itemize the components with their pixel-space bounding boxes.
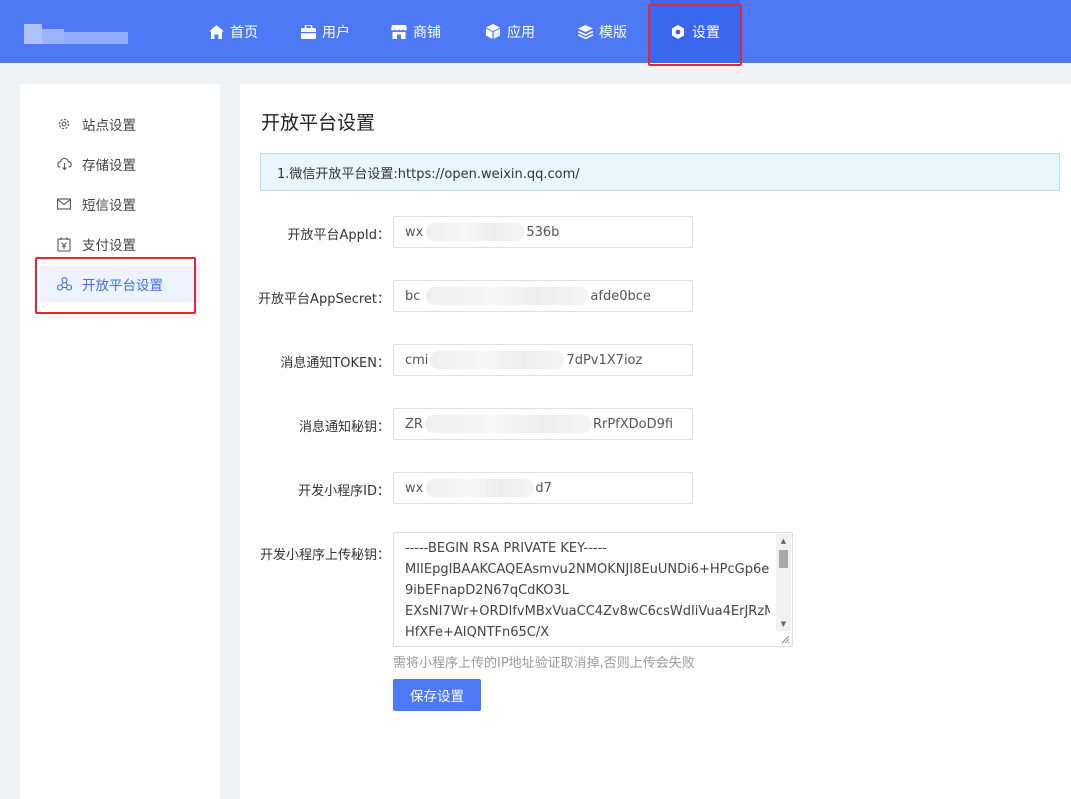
sidebar: 站点设置 存储设置 短信设置 支付设置 开放平台设置 [20, 84, 220, 799]
nav-item-settings[interactable]: 设置 [650, 0, 740, 63]
miniapp-id-label: 开发小程序ID： [298, 484, 390, 499]
appsecret-input[interactable]: bc afde0bce [393, 280, 693, 312]
textarea-line: MIIEpgIBAAKCAQEAsmvu2NMOKNJI8EuUNDi6+HPc… [405, 562, 770, 577]
share-nodes-icon [56, 276, 72, 292]
redaction-blur [424, 415, 591, 433]
appid-input[interactable]: wx 536b [393, 216, 693, 248]
nav-item-apps[interactable]: 应用 [485, 0, 535, 63]
token-suffix: 7dPv1X7ioz [566, 352, 643, 368]
nav-item-home[interactable]: 首页 [208, 0, 258, 63]
token-label: 消息通知TOKEN： [280, 356, 390, 371]
redaction-blur [430, 351, 565, 369]
layers-icon [577, 24, 593, 40]
sidebar-item-sms[interactable]: 短信设置 [40, 186, 200, 222]
gear-icon [56, 116, 72, 132]
cube-icon [485, 24, 501, 40]
store-icon [391, 24, 407, 40]
sidebar-item-label: 支付设置 [82, 238, 136, 254]
appsecret-label: 开放平台AppSecret： [258, 292, 390, 307]
redaction-blur [426, 223, 525, 241]
info-notice-text: 1.微信开放平台设置:https://open.weixin.qq.com/ [277, 166, 580, 182]
info-notice: 1.微信开放平台设置:https://open.weixin.qq.com/ [260, 153, 1060, 191]
sidebar-item-open-platform[interactable]: 开放平台设置 [40, 266, 200, 302]
payment-icon [56, 236, 72, 252]
sidebar-item-label: 站点设置 [82, 118, 136, 134]
appid-suffix: 536b [526, 224, 560, 240]
resize-grip-icon[interactable] [780, 634, 790, 644]
nav-item-label: 首页 [230, 24, 258, 41]
redaction-blur [426, 479, 535, 497]
sidebar-item-storage[interactable]: 存储设置 [40, 146, 200, 182]
cloud-download-icon [56, 156, 72, 172]
sidebar-item-label: 短信设置 [82, 198, 136, 214]
scroll-down-arrow-icon[interactable]: ▼ [776, 617, 791, 631]
miniapp-id-input[interactable]: wx d7 [393, 472, 693, 504]
nav-item-users[interactable]: 用户 [300, 0, 350, 63]
top-navbar: 首页 用户 商铺 应用 模版 设置 [0, 0, 1071, 63]
home-icon [208, 24, 224, 40]
aeskey-suffix: RrPfXDoD9fi [592, 416, 674, 432]
aeskey-prefix: ZR [405, 416, 423, 432]
textarea-line: HfXFe+AIQNTFn65C/X [405, 625, 550, 640]
nav-item-label: 商铺 [413, 24, 441, 41]
appsecret-prefix: bc [405, 288, 421, 304]
redaction-blur [426, 287, 589, 305]
main-panel: 开放平台设置 1.微信开放平台设置:https://open.weixin.qq… [240, 84, 1071, 799]
upload-key-label: 开发小程序上传秘钥： [259, 548, 390, 563]
sidebar-item-payment[interactable]: 支付设置 [40, 226, 200, 262]
textarea-line: -----BEGIN RSA PRIVATE KEY----- [405, 541, 607, 556]
mail-icon [56, 196, 72, 212]
hint-text: 需将小程序上传的IP地址验证取消掉,否则上传会失败 [393, 656, 695, 671]
sidebar-item-site[interactable]: 站点设置 [40, 106, 200, 142]
nav-item-shops[interactable]: 商铺 [391, 0, 441, 63]
aeskey-input[interactable]: ZR RrPfXDoD9fi [393, 408, 693, 440]
miniapp-id-suffix: d7 [535, 480, 552, 496]
sidebar-item-label: 开放平台设置 [82, 278, 163, 294]
nav-item-label: 模版 [599, 24, 627, 41]
briefcase-icon [300, 24, 316, 40]
save-button[interactable]: 保存设置 [393, 679, 481, 711]
sidebar-item-label: 存储设置 [82, 158, 136, 174]
nav-item-templates[interactable]: 模版 [577, 0, 627, 63]
appsecret-suffix: afde0bce [590, 288, 651, 304]
logo [24, 24, 128, 44]
nav-item-label: 设置 [692, 24, 720, 41]
textarea-line: EXsNI7Wr+ORDIfvMBxVuaCC4Zv8wC6csWdIiVua4… [405, 604, 770, 619]
miniapp-id-prefix: wx [405, 480, 424, 496]
appid-prefix: wx [405, 224, 424, 240]
aeskey-label: 消息通知秘钥： [298, 420, 390, 435]
scroll-thumb[interactable] [779, 550, 788, 568]
token-prefix: cmi [405, 352, 429, 368]
scroll-up-arrow-icon[interactable]: ▲ [776, 534, 791, 548]
nav-item-label: 用户 [322, 24, 350, 41]
page-title: 开放平台设置 [261, 112, 376, 134]
textarea-line: 9ibEFnapD2N67qCdKO3L [405, 583, 569, 598]
token-input[interactable]: cmi 7dPv1X7ioz [393, 344, 693, 376]
upload-key-textarea[interactable]: -----BEGIN RSA PRIVATE KEY----- MIIEpgIB… [393, 532, 793, 647]
appid-label: 开放平台AppId： [287, 228, 390, 243]
nav-item-label: 应用 [507, 24, 535, 41]
scrollbar[interactable]: ▲ ▼ [776, 534, 791, 631]
settings-icon [670, 24, 686, 40]
